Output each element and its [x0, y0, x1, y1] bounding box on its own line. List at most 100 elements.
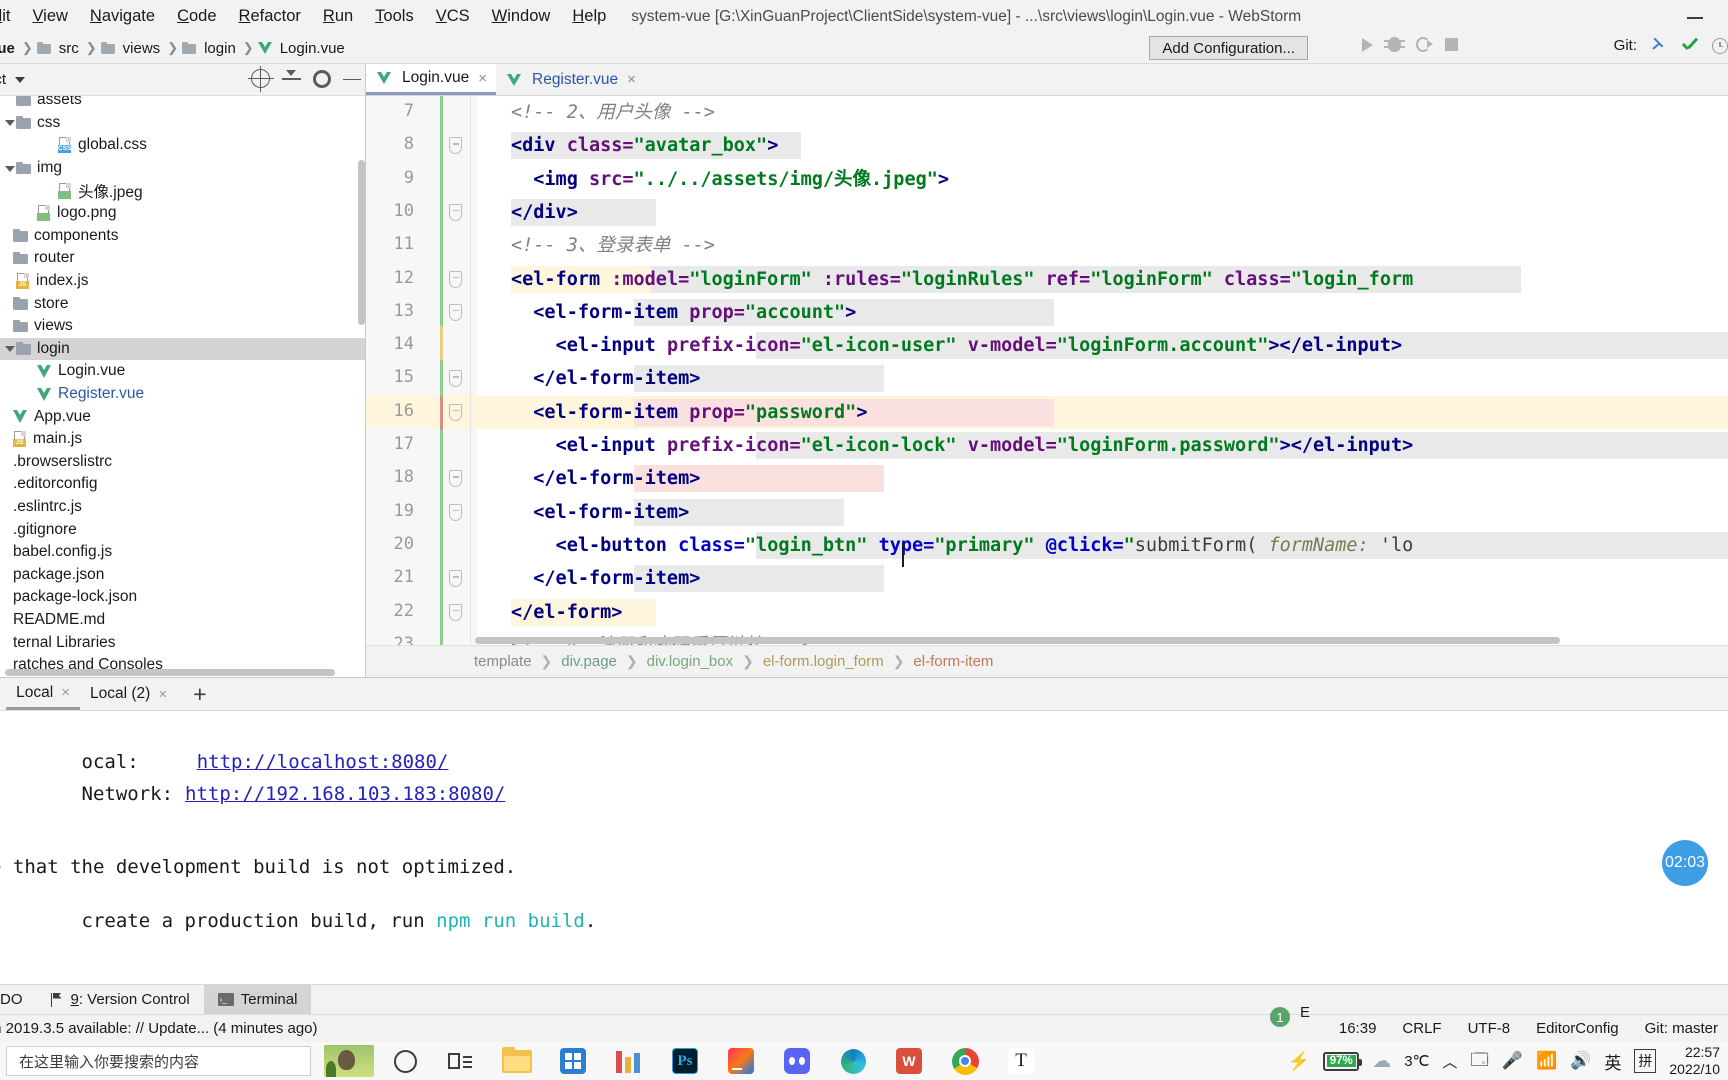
code-line[interactable]: <!-- 2、用户头像 -->: [511, 96, 715, 129]
menu-item-refactor[interactable]: Refactor: [228, 4, 312, 29]
file-explorer-icon[interactable]: [489, 1042, 545, 1080]
tree-item[interactable]: package.json: [0, 563, 365, 586]
charts-icon[interactable]: [601, 1042, 657, 1080]
menu-item-vcs[interactable]: VCS: [425, 4, 481, 29]
code-line[interactable]: <el-button class="login_btn" type="prima…: [511, 529, 1414, 562]
status-update-message[interactable]: rm 2019.3.5 available: // Update... (4 m…: [0, 1020, 318, 1037]
edge-icon[interactable]: [825, 1042, 881, 1080]
run-icon[interactable]: [1362, 37, 1373, 52]
breadcrumb-item-Login-vue[interactable]: Login.vue: [257, 40, 348, 57]
tree-item[interactable]: router: [0, 247, 365, 270]
typora-icon[interactable]: T: [993, 1042, 1049, 1080]
status-item-crlf[interactable]: CRLF: [1402, 1020, 1441, 1037]
code-line[interactable]: <el-input prefix-icon="el-icon-lock" v-m…: [511, 429, 1414, 462]
terminal-tab-local-2-[interactable]: Local (2) ×: [80, 678, 177, 710]
network-url-link[interactable]: http://192.168.103.183:8080/: [185, 783, 505, 805]
close-icon[interactable]: ×: [478, 70, 487, 87]
status-badge[interactable]: 1: [1270, 1007, 1290, 1027]
code-fold-icon[interactable]: [449, 603, 468, 623]
editor-tab-Login-vue[interactable]: Login.vue ×: [366, 64, 496, 95]
tree-item[interactable]: login: [0, 337, 365, 361]
breadcrumb-item-vue[interactable]: vue: [0, 40, 18, 57]
tree-item[interactable]: logo.png: [0, 202, 365, 225]
editor-breadcrumb-div-login_box[interactable]: div.login_box: [643, 653, 737, 670]
stop-icon[interactable]: [1445, 38, 1458, 51]
tree-item[interactable]: Register.vue: [0, 383, 365, 406]
code-content[interactable]: <!-- 2、用户头像 --> <div class="avatar_box"> …: [477, 96, 1728, 666]
onedrive-icon[interactable]: 🗔: [1470, 1047, 1488, 1076]
git-update-icon[interactable]: [1651, 38, 1667, 54]
menu-item-window[interactable]: Window: [481, 4, 562, 29]
photoshop-icon[interactable]: Ps: [657, 1042, 713, 1080]
cortana-circle-icon[interactable]: [377, 1042, 433, 1080]
volume-icon[interactable]: 🔊: [1570, 1051, 1591, 1071]
tree-item[interactable]: ternal Libraries: [0, 631, 365, 654]
weather-temperature[interactable]: 3℃: [1404, 1052, 1429, 1070]
tree-item[interactable]: assets: [0, 96, 365, 112]
ime-language-indicator[interactable]: 英: [1604, 1049, 1621, 1074]
sloth-wallpaper-icon[interactable]: [321, 1042, 377, 1080]
code-fold-icon[interactable]: [449, 470, 468, 489]
tool-window-9-version-control[interactable]: 9: Version Control: [37, 985, 204, 1014]
coverage-icon[interactable]: [1416, 37, 1433, 52]
breadcrumb-item-login[interactable]: login: [182, 40, 239, 57]
code-line[interactable]: <el-form-item>: [511, 496, 689, 529]
tree-item[interactable]: .gitignore: [0, 518, 365, 541]
menu-item-dit[interactable]: dit: [0, 4, 21, 29]
editor-breadcrumb-div-page[interactable]: div.page: [557, 653, 621, 670]
code-line[interactable]: <el-form :model="loginForm" :rules="logi…: [511, 263, 1413, 296]
menu-item-view[interactable]: View: [21, 4, 78, 29]
editor-breadcrumb-el-form-login_form[interactable]: el-form.login_form: [759, 653, 888, 670]
wifi-icon[interactable]: 📶: [1536, 1051, 1557, 1071]
code-line[interactable]: <!-- 3、登录表单 -->: [511, 229, 715, 262]
code-line[interactable]: <img src="../../assets/img/头像.jpeg">: [511, 163, 949, 196]
code-line[interactable]: <div class="avatar_box">: [511, 129, 778, 162]
tree-item[interactable]: components: [0, 225, 365, 248]
discord-icon[interactable]: [769, 1042, 825, 1080]
taskbar-search-input[interactable]: 在这里输入你要搜索的内容: [6, 1046, 311, 1076]
tree-item[interactable]: Login.vue: [0, 360, 365, 383]
tree-item[interactable]: App.vue: [0, 405, 365, 428]
tree-item[interactable]: JS main.js: [0, 428, 365, 451]
editor-tab-Register-vue[interactable]: Register.vue ×: [496, 64, 645, 95]
chevron-down-icon[interactable]: [15, 76, 26, 83]
status-item-editorconfig[interactable]: EditorConfig: [1536, 1020, 1619, 1037]
code-fold-icon[interactable]: [449, 303, 468, 323]
minimize-icon[interactable]: [1684, 8, 1706, 26]
menu-item-code[interactable]: Code: [166, 4, 227, 29]
settings-gear-icon[interactable]: [313, 69, 331, 88]
tree-item[interactable]: CSS global.css: [0, 134, 365, 157]
code-line[interactable]: <el-form-item prop="password">: [511, 396, 867, 429]
code-line[interactable]: </div>: [511, 196, 578, 229]
tree-item[interactable]: store: [0, 292, 365, 315]
terminal-output[interactable]: ocal: http://localhost:8080/ Network: http…: [0, 711, 1728, 984]
ime-mode-indicator[interactable]: 拼: [1634, 1049, 1657, 1073]
code-fold-icon[interactable]: [449, 403, 468, 423]
code-fold-icon[interactable]: [449, 370, 468, 389]
project-tree[interactable]: assets css CSS global.css img 头像.jpeg logo.png…: [0, 96, 365, 677]
project-vertical-scrollbar[interactable]: [358, 160, 365, 325]
taskbar-clock[interactable]: 22:57 2022/10: [1669, 1044, 1720, 1078]
locate-file-icon[interactable]: [248, 66, 274, 92]
tree-item[interactable]: .browserslistrc: [0, 451, 365, 474]
collapse-all-icon[interactable]: [282, 70, 301, 87]
git-commit-icon[interactable]: [1681, 38, 1698, 54]
code-line[interactable]: <el-form-item prop="account">: [511, 296, 856, 329]
intellij-icon[interactable]: [713, 1042, 769, 1080]
tool-window-do[interactable]: DO: [0, 985, 37, 1014]
code-line[interactable]: </el-form-item>: [511, 562, 700, 595]
close-icon[interactable]: ×: [627, 71, 636, 88]
project-horizontal-scrollbar[interactable]: [5, 669, 335, 676]
tree-item[interactable]: .editorconfig: [0, 473, 365, 496]
tree-item[interactable]: babel.config.js: [0, 541, 365, 564]
editor-breadcrumb-el-form-item[interactable]: el-form-item: [909, 653, 997, 670]
terminal-tab-local[interactable]: Local ×: [6, 678, 80, 710]
status-item-16-39[interactable]: 16:39: [1339, 1020, 1377, 1037]
battery-icon[interactable]: 97%: [1323, 1051, 1363, 1071]
code-fold-icon[interactable]: [449, 137, 468, 156]
editor-breadcrumb-template[interactable]: template: [470, 653, 536, 670]
chrome-icon[interactable]: [937, 1042, 993, 1080]
tree-item[interactable]: 头像.jpeg: [0, 179, 365, 202]
menu-item-run[interactable]: Run: [312, 4, 364, 29]
editor-horizontal-scrollbar[interactable]: [475, 637, 1560, 644]
